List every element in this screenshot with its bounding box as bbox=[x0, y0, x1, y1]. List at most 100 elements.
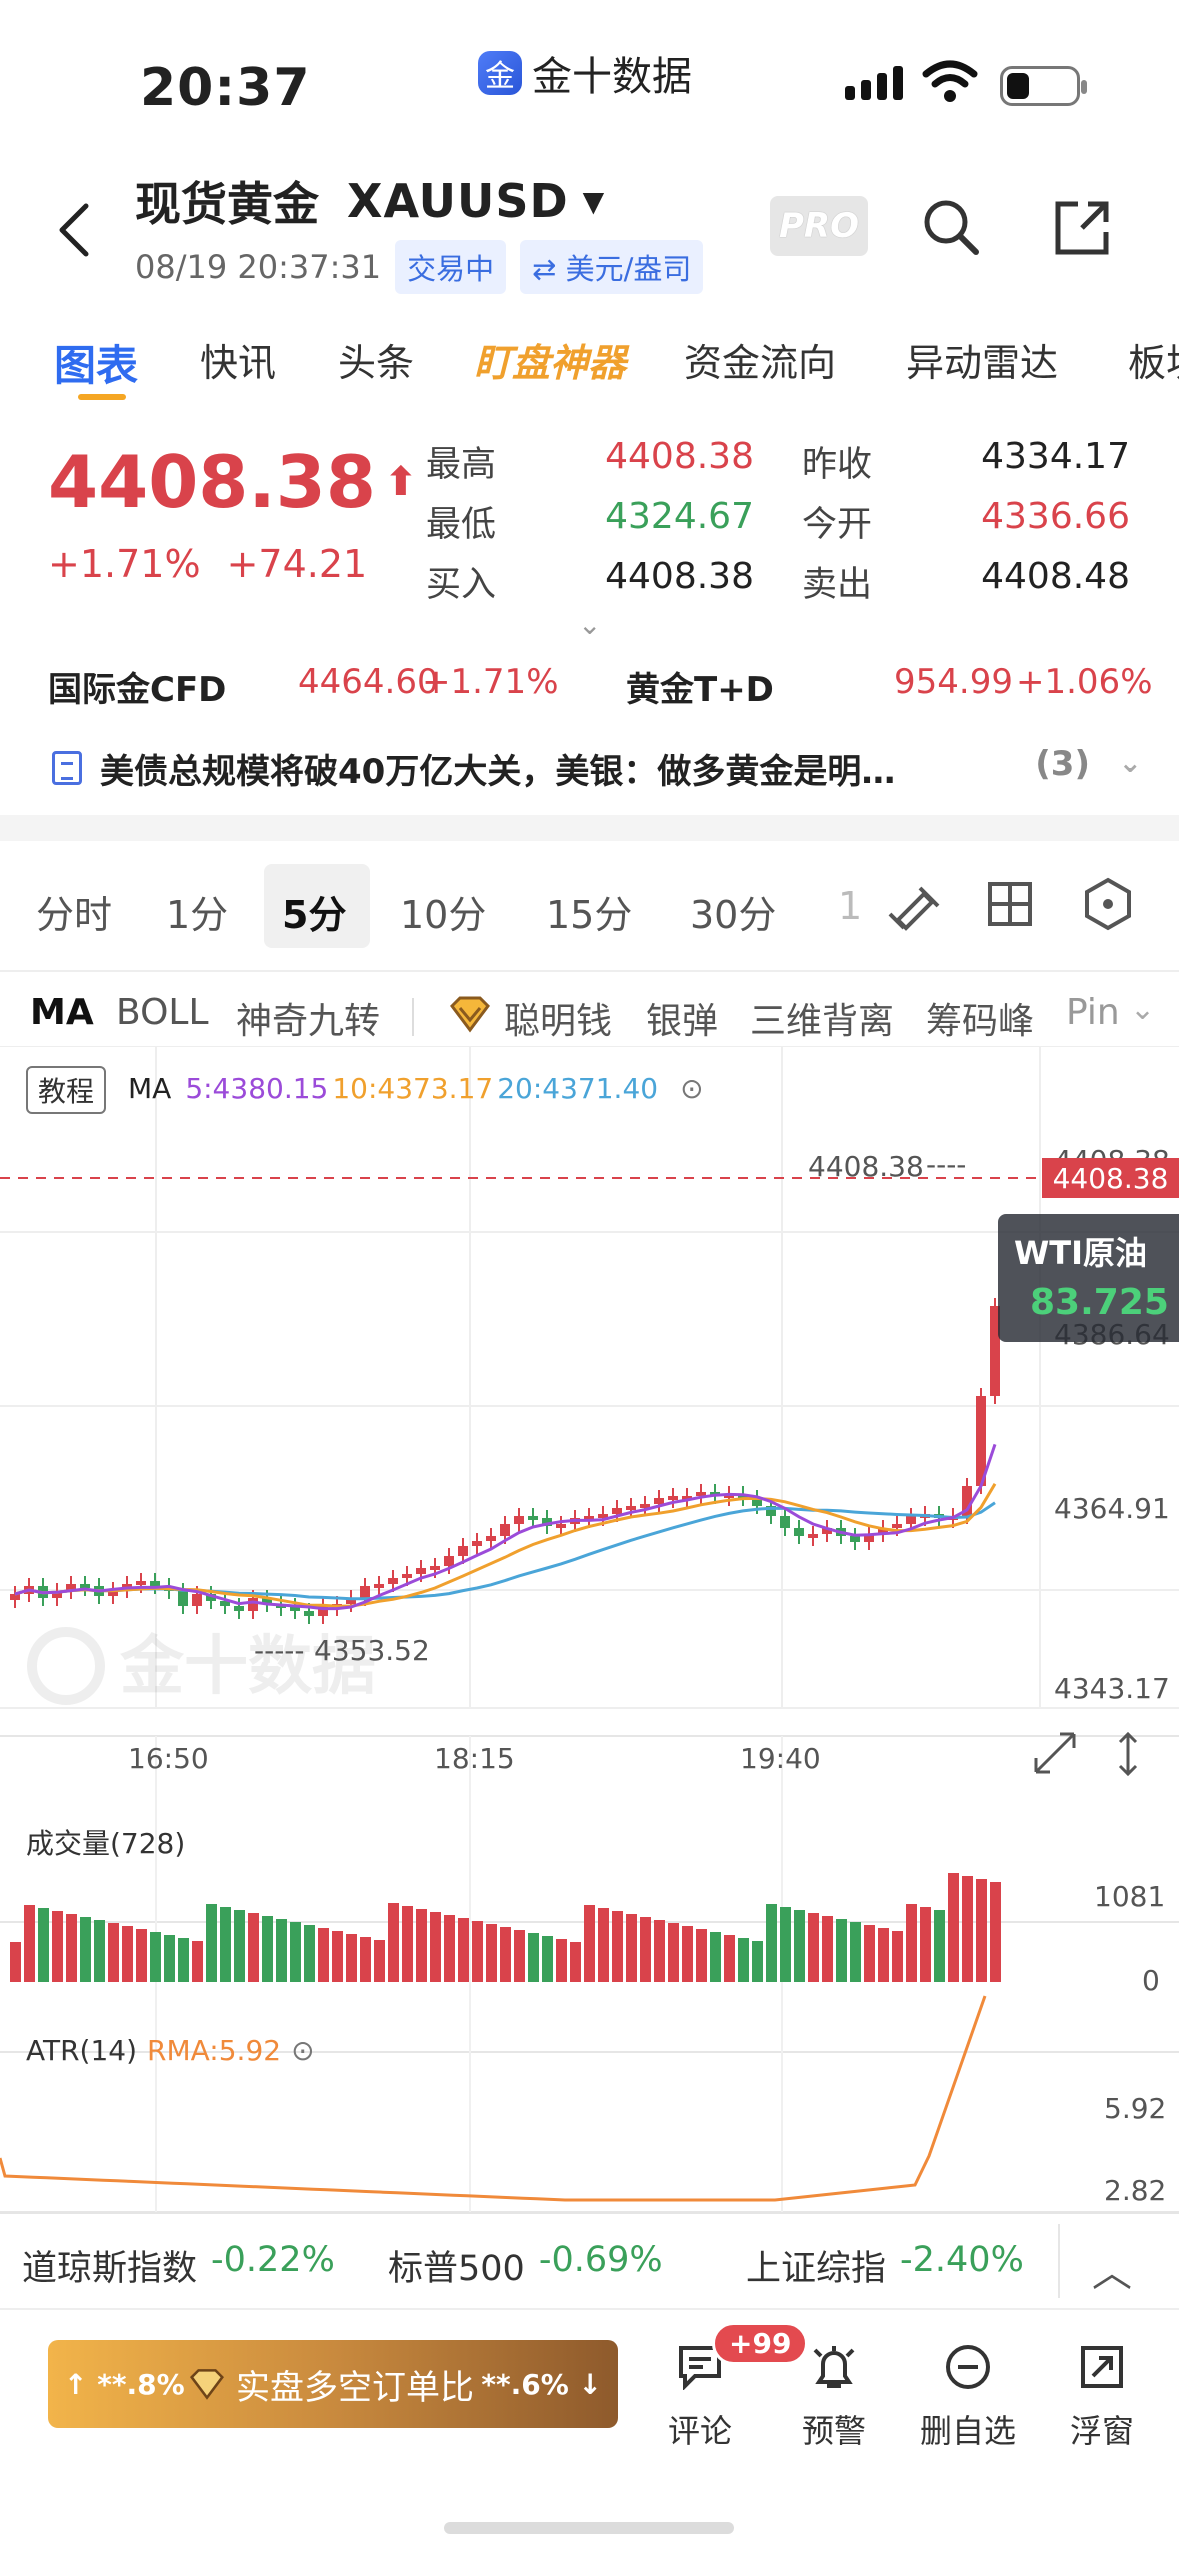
remove-watchlist-label: 删自选 bbox=[919, 2412, 1016, 2450]
x-axis-label: 18:15 bbox=[434, 1742, 515, 1775]
pro-button[interactable]: PRO bbox=[770, 196, 868, 256]
index-shanghai[interactable]: 上证综指 -2.40% bbox=[746, 2240, 1024, 2291]
low-label: 最低 bbox=[426, 505, 497, 545]
news-ticker[interactable]: 美债总规模将破40万亿大关，美银：做多黄金是明… (3) ⌄ bbox=[52, 740, 1142, 796]
remove-watchlist-button[interactable]: 删自选 bbox=[908, 2336, 1028, 2456]
candles bbox=[10, 1298, 1000, 1624]
period-5m[interactable]: 5分 bbox=[282, 884, 346, 939]
candle-body bbox=[472, 1541, 482, 1546]
chart-settings-button[interactable] bbox=[1078, 874, 1138, 934]
section-divider bbox=[0, 815, 1179, 841]
tab-watch-tool[interactable]: 盯盘神器 bbox=[474, 332, 626, 387]
candle-body bbox=[612, 1508, 622, 1514]
x-axis-label: 19:40 bbox=[740, 1742, 821, 1775]
tab-flash-news[interactable]: 快讯 bbox=[200, 332, 276, 387]
tab-headlines[interactable]: 头条 bbox=[338, 332, 414, 387]
volume-bar bbox=[976, 1879, 987, 1982]
open-value: 4336.66 bbox=[981, 496, 1130, 537]
index-sp500[interactable]: 标普500 -0.69% bbox=[388, 2240, 663, 2291]
candle-body bbox=[514, 1516, 524, 1524]
cfd-label[interactable]: 国际金CFD bbox=[48, 662, 226, 711]
atr-title: ATR(14) bbox=[26, 2034, 138, 2067]
chevron-down-icon[interactable]: ⌄ bbox=[1130, 992, 1155, 1027]
chevron-up-icon[interactable]: ︿ bbox=[1092, 2240, 1132, 2298]
vertical-resize-icon[interactable] bbox=[1118, 1731, 1138, 1777]
atr-rma-value: RMA:5.92 bbox=[147, 2034, 282, 2067]
volume-bar bbox=[10, 1942, 21, 1982]
indicator-divergence[interactable]: 三维背离 bbox=[750, 992, 894, 1044]
layout-button[interactable] bbox=[980, 874, 1040, 934]
tab-radar[interactable]: 异动雷达 bbox=[906, 332, 1058, 387]
volume-bar bbox=[990, 1882, 1001, 1982]
draw-tool-button[interactable] bbox=[884, 874, 944, 934]
ask-label: 卖出 bbox=[802, 565, 873, 605]
volume-bar bbox=[290, 1922, 301, 1982]
atr-axis-min: 2.82 bbox=[1104, 2174, 1166, 2207]
alert-button[interactable]: 预警 bbox=[774, 2336, 894, 2456]
wti-floating-quote[interactable]: WTI原油 83.725 bbox=[998, 1214, 1179, 1342]
indicator-boll[interactable]: BOLL bbox=[116, 992, 209, 1033]
search-icon bbox=[924, 200, 979, 255]
long-short-ratio-button[interactable]: ↑ **.8% 实盘多空订单比 **.6% ↓ bbox=[48, 2340, 618, 2428]
ask-value: 4408.48 bbox=[981, 556, 1130, 597]
period-timeshare[interactable]: 分时 bbox=[36, 884, 112, 939]
tab-fund-flow[interactable]: 资金流向 bbox=[684, 332, 836, 387]
index-dow[interactable]: 道琼斯指数 -0.22% bbox=[22, 2240, 335, 2291]
atr-settings-icon[interactable]: ⊙ bbox=[291, 2034, 314, 2067]
high-marker-dash: ---- bbox=[926, 1148, 966, 1181]
candle-body bbox=[248, 1598, 258, 1611]
volume-bar bbox=[906, 1904, 917, 1982]
volume-bar bbox=[598, 1908, 609, 1982]
indicator-chip-peak[interactable]: 筹码峰 bbox=[926, 992, 1034, 1044]
candle-body bbox=[850, 1536, 860, 1542]
period-30m[interactable]: 30分 bbox=[690, 884, 776, 939]
indicator-ma[interactable]: MA bbox=[30, 992, 94, 1033]
atr-polyline bbox=[0, 1995, 987, 2202]
volume-bar bbox=[724, 1935, 735, 1982]
tab-sectors[interactable]: 板块 bbox=[1128, 332, 1179, 387]
candle-body bbox=[178, 1591, 188, 1606]
share-icon bbox=[1055, 201, 1109, 255]
instrument-selector[interactable]: 现货黄金 XAUUSD ▼ bbox=[135, 168, 604, 234]
volume-axis-max: 1081 bbox=[1094, 1880, 1165, 1913]
period-1m[interactable]: 1分 bbox=[166, 884, 228, 939]
candle-body bbox=[416, 1568, 426, 1574]
news-count: (3) bbox=[1035, 744, 1090, 784]
tab-chart[interactable]: 图表 bbox=[54, 332, 138, 393]
indicator-silver-bullet[interactable]: 银弹 bbox=[646, 992, 718, 1044]
indicator-td9[interactable]: 神奇九转 bbox=[236, 992, 380, 1044]
atr-axis-max: 5.92 bbox=[1104, 2092, 1166, 2125]
volume-bar bbox=[38, 1908, 49, 1982]
home-indicator bbox=[444, 2522, 734, 2534]
expand-quote-button[interactable]: ⌄ bbox=[578, 608, 601, 641]
unit-toggle[interactable]: ⇄ 美元/盎司 bbox=[520, 240, 704, 294]
volume-bar bbox=[626, 1914, 637, 1982]
fullscreen-icon[interactable] bbox=[1034, 1732, 1076, 1774]
period-10m[interactable]: 10分 bbox=[400, 884, 486, 939]
share-button[interactable] bbox=[1052, 198, 1112, 258]
back-button[interactable] bbox=[50, 200, 100, 260]
candle-body bbox=[304, 1611, 314, 1616]
news-headline: 美债总规模将破40万亿大关，美银：做多黄金是明… bbox=[100, 751, 896, 792]
high-value: 4408.38 bbox=[605, 436, 754, 477]
indicator-pin[interactable]: Pin bbox=[1066, 992, 1120, 1033]
indicator-smart-money[interactable]: 聪明钱 bbox=[504, 992, 612, 1044]
cfd-price: 4464.60 bbox=[298, 662, 439, 702]
period-15m[interactable]: 15分 bbox=[546, 884, 632, 939]
float-window-button[interactable]: 浮窗 bbox=[1042, 2336, 1162, 2456]
ma-settings-icon[interactable]: ⊙ bbox=[680, 1072, 703, 1105]
tutorial-button[interactable]: 教程 bbox=[26, 1066, 107, 1114]
search-button[interactable] bbox=[920, 196, 982, 258]
volume-bar bbox=[136, 1929, 147, 1982]
high-label: 最高 bbox=[426, 445, 497, 485]
volume-bar bbox=[500, 1927, 511, 1982]
volume-bar bbox=[388, 1903, 399, 1982]
volume-bar bbox=[248, 1913, 259, 1982]
period-more[interactable]: 1 bbox=[838, 884, 862, 928]
prev-close-label: 昨收 bbox=[802, 445, 873, 485]
td-label[interactable]: 黄金T+D bbox=[626, 662, 774, 711]
app-logo-icon: 金 bbox=[478, 51, 522, 95]
volume-bar bbox=[892, 1931, 903, 1982]
volume-bar bbox=[864, 1925, 875, 1982]
candle-body bbox=[458, 1546, 468, 1556]
